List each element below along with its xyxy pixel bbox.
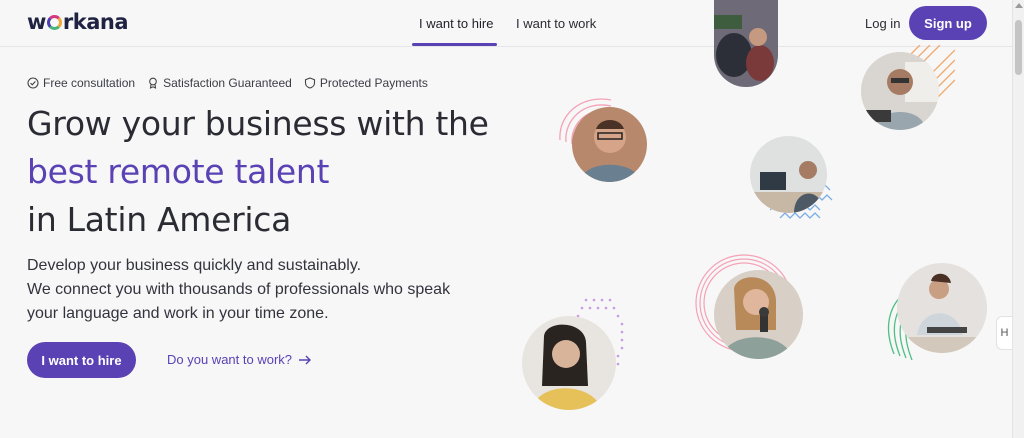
top-navbar: w rkana I want to hire I want to work Log… bbox=[0, 0, 1012, 47]
logo-o-mark bbox=[46, 15, 62, 30]
want-to-work-label: Do you want to work? bbox=[167, 352, 293, 367]
guarantee-satisfaction: Satisfaction Guaranteed bbox=[147, 76, 292, 90]
freelancer-photo-5 bbox=[714, 270, 803, 359]
freelancer-photo-2 bbox=[861, 52, 939, 130]
guarantee-label: Satisfaction Guaranteed bbox=[163, 76, 292, 90]
hero-headline-line3: in Latin America bbox=[27, 200, 292, 239]
scroll-up-arrow-icon[interactable] bbox=[1015, 3, 1023, 8]
signup-button[interactable]: Sign up bbox=[909, 6, 987, 40]
guarantees-row: Free consultation Satisfaction Guarantee… bbox=[27, 76, 428, 90]
hire-cta-button[interactable]: I want to hire bbox=[27, 342, 136, 378]
freelancer-photo-6 bbox=[522, 316, 616, 410]
subtitle-line: We connect you with thousands of profess… bbox=[27, 281, 451, 298]
logo-text-right: rkana bbox=[62, 10, 129, 34]
freelancer-photo-3 bbox=[572, 107, 647, 182]
page-scrollbar[interactable] bbox=[1012, 0, 1024, 438]
logo-text-left: w bbox=[27, 10, 46, 34]
guarantee-protected-payments: Protected Payments bbox=[304, 76, 428, 90]
freelancer-photo-4 bbox=[750, 136, 827, 213]
want-to-work-link[interactable]: Do you want to work? bbox=[167, 352, 312, 367]
hero-subtitle: Develop your business quickly and sustai… bbox=[27, 254, 497, 326]
shield-icon bbox=[304, 77, 315, 89]
scroll-thumb[interactable] bbox=[1015, 20, 1022, 75]
subtitle-line: Develop your business quickly and sustai… bbox=[27, 257, 362, 274]
login-link[interactable]: Log in bbox=[865, 16, 900, 31]
hero-headline-accent: best remote talent bbox=[27, 152, 330, 191]
award-icon bbox=[149, 77, 157, 89]
freelancer-photo-7 bbox=[897, 263, 987, 353]
guarantee-free-consultation: Free consultation bbox=[27, 76, 135, 90]
subtitle-line: your language and work in your time zone… bbox=[27, 305, 329, 322]
tab-i-want-to-hire[interactable]: I want to hire bbox=[419, 16, 493, 31]
hero-headline-line1: Grow your business with the bbox=[27, 104, 489, 143]
arrow-right-icon bbox=[299, 355, 312, 364]
side-help-widget[interactable]: H bbox=[996, 316, 1012, 350]
decor-yellow-dots bbox=[788, 430, 838, 438]
guarantee-label: Free consultation bbox=[43, 76, 136, 90]
active-tab-indicator bbox=[412, 43, 497, 46]
guarantee-label: Protected Payments bbox=[319, 76, 428, 90]
check-circle-icon bbox=[27, 77, 39, 89]
workana-logo[interactable]: w rkana bbox=[27, 10, 129, 34]
tab-i-want-to-work[interactable]: I want to work bbox=[516, 16, 596, 31]
freelancer-photo-1 bbox=[714, 0, 778, 87]
